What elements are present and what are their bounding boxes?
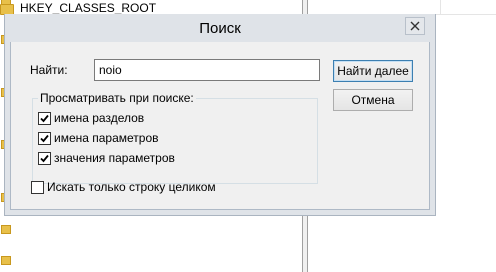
column-divider[interactable] [440, 0, 441, 14]
folder-icon [1, 140, 11, 149]
keys-label: имена разделов [54, 111, 145, 125]
folder-icon [0, 3, 14, 15]
checkmark-icon [40, 134, 49, 142]
cancel-button[interactable]: Отмена [333, 89, 413, 111]
folder-icon [1, 256, 11, 265]
match-whole-checkbox[interactable] [31, 180, 44, 194]
checkmark-icon [40, 154, 49, 162]
close-button[interactable] [405, 17, 425, 35]
find-dialog: Поиск Найти: Найти далее Отмена Просматр… [5, 14, 435, 210]
values-list-header [308, 0, 496, 15]
option-data[interactable]: значения параметров [38, 150, 175, 166]
data-label: значения параметров [54, 151, 175, 165]
tree-item-label: HKEY_CLASSES_ROOT [20, 1, 157, 15]
look-at-legend: Просматривать при поиске: [38, 91, 196, 105]
dialog-titlebar[interactable]: Поиск [5, 14, 435, 42]
folder-icon [1, 88, 11, 97]
values-label: имена параметров [54, 131, 159, 145]
option-match-whole[interactable]: Искать только строку целиком [31, 179, 216, 195]
match-whole-label: Искать только строку целиком [47, 180, 216, 194]
find-next-button[interactable]: Найти далее [333, 60, 413, 82]
values-checkbox[interactable] [38, 131, 51, 145]
dialog-title: Поиск [199, 20, 241, 37]
keys-checkbox[interactable] [38, 111, 51, 125]
option-values[interactable]: имена параметров [38, 130, 159, 146]
find-what-label: Найти: [30, 63, 68, 77]
option-keys[interactable]: имена разделов [38, 110, 144, 126]
folder-icon [1, 193, 11, 202]
folder-icon [1, 225, 11, 234]
data-checkbox[interactable] [38, 151, 51, 165]
close-icon [410, 21, 420, 31]
checkmark-icon [40, 114, 49, 122]
find-what-input[interactable] [94, 59, 320, 81]
